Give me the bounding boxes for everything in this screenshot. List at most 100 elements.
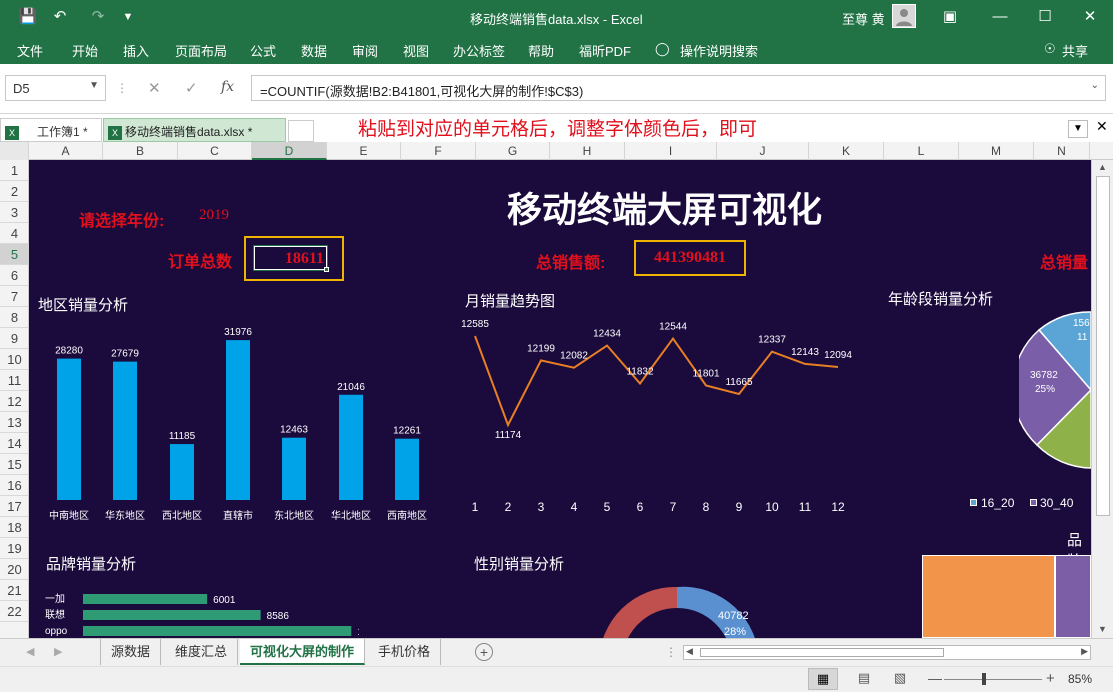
- row-header-10[interactable]: 10: [0, 349, 29, 370]
- tab-file[interactable]: 文件: [17, 41, 43, 60]
- name-box[interactable]: D5 ▼: [5, 75, 106, 101]
- tab-page-layout[interactable]: 页面布局: [175, 41, 227, 60]
- scroll-down-icon[interactable]: ▼: [1098, 624, 1107, 634]
- scroll-thumb[interactable]: [1096, 176, 1110, 516]
- row-header-4[interactable]: 4: [0, 223, 29, 244]
- zoom-slider[interactable]: [944, 679, 1042, 680]
- row-header-22[interactable]: 22: [0, 601, 29, 622]
- tab-home[interactable]: 开始: [72, 41, 98, 60]
- row-header-21[interactable]: 21: [0, 580, 29, 601]
- tell-me-search[interactable]: 操作说明搜索: [680, 41, 758, 60]
- undo-icon[interactable]: ↶: [50, 7, 70, 27]
- zoom-out-icon[interactable]: —: [928, 670, 942, 686]
- insert-function-icon[interactable]: fx: [221, 79, 234, 95]
- next-sheet-icon[interactable]: ▶: [54, 645, 62, 658]
- tab-help[interactable]: 帮助: [528, 41, 554, 60]
- row-header-13[interactable]: 13: [0, 412, 29, 433]
- column-header-C[interactable]: C: [178, 142, 252, 160]
- zoom-level[interactable]: 85%: [1068, 672, 1092, 686]
- scroll-right-icon[interactable]: ▶: [1081, 646, 1088, 657]
- row-header-20[interactable]: 20: [0, 559, 29, 580]
- sheet-tab-summary[interactable]: 维度汇总: [165, 639, 239, 665]
- close-icon[interactable]: ✕: [1080, 7, 1100, 27]
- year-value[interactable]: 2019: [199, 207, 229, 224]
- avatar[interactable]: [892, 4, 916, 28]
- prev-sheet-icon[interactable]: ◀: [26, 645, 34, 658]
- horizontal-scrollbar[interactable]: ◀ ▶: [683, 645, 1091, 660]
- row-header-2[interactable]: 2: [0, 181, 29, 202]
- row-header-8[interactable]: 8: [0, 307, 29, 328]
- tab-review[interactable]: 审阅: [352, 41, 378, 60]
- vertical-scrollbar[interactable]: ▲ ▼: [1091, 160, 1113, 638]
- row-header-16[interactable]: 16: [0, 475, 29, 496]
- row-header-9[interactable]: 9: [0, 328, 29, 349]
- formula-text: =COUNTIF(源数据!B2:B41801,可视化大屏的制作!$C$3): [260, 84, 584, 99]
- workbook-tab-2[interactable]: X 移动终端销售data.xlsx *: [103, 118, 286, 142]
- row-header-7[interactable]: 7: [0, 286, 29, 307]
- column-header-N[interactable]: N: [1034, 142, 1090, 160]
- select-all-corner[interactable]: [0, 142, 29, 160]
- scroll-left-icon[interactable]: ◀: [686, 646, 693, 657]
- sheet-tab-source[interactable]: 源数据: [101, 639, 162, 665]
- fill-handle[interactable]: [324, 267, 329, 272]
- ribbon-display-options-icon[interactable]: ▣: [940, 7, 960, 27]
- column-header-L[interactable]: L: [884, 142, 959, 160]
- column-header-G[interactable]: G: [476, 142, 550, 160]
- hscroll-thumb[interactable]: [700, 648, 944, 657]
- row-header-17[interactable]: 17: [0, 496, 29, 517]
- selected-cell-d5[interactable]: 18611: [253, 245, 329, 272]
- cancel-icon[interactable]: ✕: [148, 79, 161, 97]
- month-point-label: 12434: [593, 329, 621, 340]
- row-header-12[interactable]: 12: [0, 391, 29, 412]
- row-header-11[interactable]: 11: [0, 370, 29, 391]
- column-header-E[interactable]: E: [327, 142, 401, 160]
- zoom-slider-thumb[interactable]: [982, 673, 986, 685]
- row-header-18[interactable]: 18: [0, 517, 29, 538]
- sheet-tab-dashboard[interactable]: 可视化大屏的制作: [240, 639, 366, 665]
- row-header-6[interactable]: 6: [0, 265, 29, 286]
- maximize-icon[interactable]: ☐: [1035, 7, 1055, 27]
- column-header-F[interactable]: F: [401, 142, 476, 160]
- column-header-B[interactable]: B: [103, 142, 178, 160]
- redo-icon[interactable]: ↷: [88, 7, 108, 27]
- tab-insert[interactable]: 插入: [123, 41, 149, 60]
- tab-foxit-pdf[interactable]: 福昕PDF: [579, 41, 631, 60]
- share-button[interactable]: 共享: [1062, 41, 1088, 60]
- formula-input[interactable]: =COUNTIF(源数据!B2:B41801,可视化大屏的制作!$C$3) ⌄: [251, 75, 1106, 101]
- new-workbook-tab[interactable]: [288, 120, 314, 142]
- row-header-19[interactable]: 19: [0, 538, 29, 559]
- workbook-tab-1[interactable]: X 工作簿1 *: [0, 118, 102, 142]
- customize-qat-icon[interactable]: ▼: [118, 7, 138, 27]
- enter-icon[interactable]: ✓: [185, 79, 198, 97]
- column-header-A[interactable]: A: [29, 142, 103, 160]
- add-sheet-icon[interactable]: +: [475, 643, 493, 661]
- region-category-label: 直辖市: [223, 509, 253, 522]
- tab-data[interactable]: 数据: [301, 41, 327, 60]
- column-header-J[interactable]: J: [717, 142, 809, 160]
- column-header-M[interactable]: M: [959, 142, 1034, 160]
- row-header-5[interactable]: 5: [0, 244, 29, 265]
- row-header-14[interactable]: 14: [0, 433, 29, 454]
- zoom-in-icon[interactable]: +: [1046, 670, 1055, 687]
- expand-formula-icon[interactable]: ⌄: [1091, 80, 1099, 91]
- tab-list-dropdown[interactable]: ▼: [1068, 120, 1088, 138]
- row-header-3[interactable]: 3: [0, 202, 29, 223]
- close-tab-icon[interactable]: ✕: [1096, 118, 1108, 135]
- save-icon[interactable]: 💾: [18, 7, 38, 27]
- column-header-I[interactable]: I: [625, 142, 717, 160]
- page-layout-view-icon[interactable]: ▤: [852, 668, 876, 690]
- scroll-up-icon[interactable]: ▲: [1098, 162, 1107, 172]
- row-header-1[interactable]: 1: [0, 160, 29, 181]
- normal-view-icon[interactable]: ▦: [808, 668, 838, 690]
- tab-view[interactable]: 视图: [403, 41, 429, 60]
- column-header-H[interactable]: H: [550, 142, 625, 160]
- minimize-icon[interactable]: —: [990, 7, 1010, 27]
- tab-formulas[interactable]: 公式: [250, 41, 276, 60]
- sheet-tab-phone-price[interactable]: 手机价格: [368, 639, 442, 665]
- column-header-D[interactable]: D: [252, 142, 327, 160]
- row-header-15[interactable]: 15: [0, 454, 29, 475]
- page-break-view-icon[interactable]: ▧: [888, 668, 912, 690]
- chevron-down-icon[interactable]: ▼: [89, 80, 99, 91]
- column-header-K[interactable]: K: [809, 142, 884, 160]
- tab-office-tabs[interactable]: 办公标签: [453, 41, 505, 60]
